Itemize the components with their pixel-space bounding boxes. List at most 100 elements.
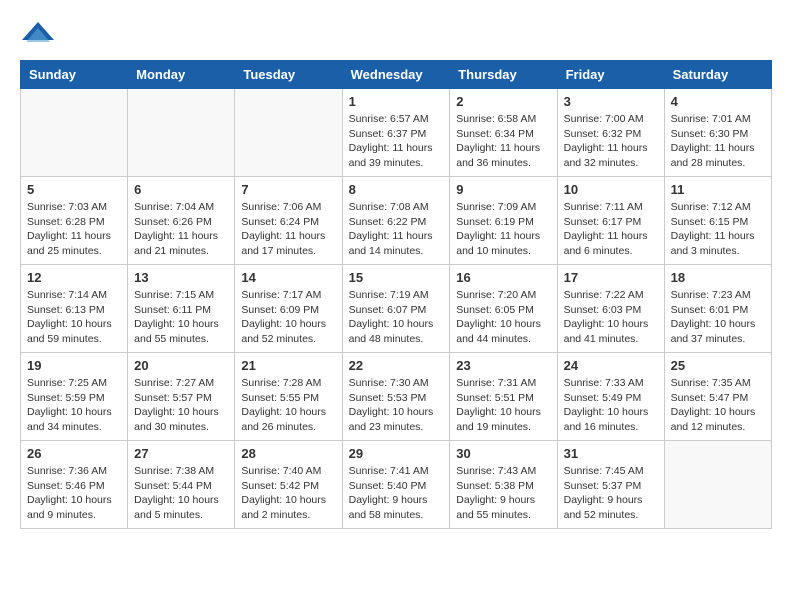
calendar-cell: 17 Sunrise: 7:22 AM Sunset: 6:03 PM Dayli… <box>557 265 664 353</box>
day-info: Sunrise: 7:22 AM Sunset: 6:03 PM Dayligh… <box>564 288 658 347</box>
calendar-cell: 14 Sunrise: 7:17 AM Sunset: 6:09 PM Dayli… <box>235 265 342 353</box>
day-info: Sunrise: 7:43 AM Sunset: 5:38 PM Dayligh… <box>456 464 550 523</box>
day-info: Sunrise: 7:08 AM Sunset: 6:22 PM Dayligh… <box>349 200 444 259</box>
day-info: Sunrise: 7:36 AM Sunset: 5:46 PM Dayligh… <box>27 464 121 523</box>
calendar-cell: 31 Sunrise: 7:45 AM Sunset: 5:37 PM Dayli… <box>557 441 664 529</box>
day-info: Sunrise: 7:23 AM Sunset: 6:01 PM Dayligh… <box>671 288 765 347</box>
day-info: Sunrise: 7:00 AM Sunset: 6:32 PM Dayligh… <box>564 112 658 171</box>
day-number: 27 <box>134 446 228 461</box>
day-number: 2 <box>456 94 550 109</box>
calendar-table: SundayMondayTuesdayWednesdayThursdayFrid… <box>20 60 772 529</box>
day-number: 25 <box>671 358 765 373</box>
calendar-cell: 24 Sunrise: 7:33 AM Sunset: 5:49 PM Dayli… <box>557 353 664 441</box>
day-number: 13 <box>134 270 228 285</box>
day-number: 8 <box>349 182 444 197</box>
calendar-cell: 9 Sunrise: 7:09 AM Sunset: 6:19 PM Daylig… <box>450 177 557 265</box>
day-info: Sunrise: 7:12 AM Sunset: 6:15 PM Dayligh… <box>671 200 765 259</box>
day-number: 16 <box>456 270 550 285</box>
day-number: 14 <box>241 270 335 285</box>
day-info: Sunrise: 7:38 AM Sunset: 5:44 PM Dayligh… <box>134 464 228 523</box>
weekday-header-monday: Monday <box>128 61 235 89</box>
weekday-header-thursday: Thursday <box>450 61 557 89</box>
day-info: Sunrise: 7:03 AM Sunset: 6:28 PM Dayligh… <box>27 200 121 259</box>
calendar-cell: 8 Sunrise: 7:08 AM Sunset: 6:22 PM Daylig… <box>342 177 450 265</box>
day-info: Sunrise: 7:28 AM Sunset: 5:55 PM Dayligh… <box>241 376 335 435</box>
day-info: Sunrise: 7:33 AM Sunset: 5:49 PM Dayligh… <box>564 376 658 435</box>
day-number: 31 <box>564 446 658 461</box>
day-info: Sunrise: 7:27 AM Sunset: 5:57 PM Dayligh… <box>134 376 228 435</box>
calendar-cell: 26 Sunrise: 7:36 AM Sunset: 5:46 PM Dayli… <box>21 441 128 529</box>
day-number: 21 <box>241 358 335 373</box>
calendar-cell: 4Sunrise: 7:01 AM Sunset: 6:30 PM Daylig… <box>664 89 771 177</box>
calendar-cell: 25 Sunrise: 7:35 AM Sunset: 5:47 PM Dayli… <box>664 353 771 441</box>
day-info: Sunrise: 7:31 AM Sunset: 5:51 PM Dayligh… <box>456 376 550 435</box>
day-number: 30 <box>456 446 550 461</box>
day-number: 24 <box>564 358 658 373</box>
calendar-cell: 5 Sunrise: 7:03 AM Sunset: 6:28 PM Daylig… <box>21 177 128 265</box>
logo-icon <box>20 20 56 50</box>
day-info: Sunrise: 7:30 AM Sunset: 5:53 PM Dayligh… <box>349 376 444 435</box>
weekday-header-saturday: Saturday <box>664 61 771 89</box>
week-row-2: 5 Sunrise: 7:03 AM Sunset: 6:28 PM Daylig… <box>21 177 772 265</box>
calendar-cell: 30 Sunrise: 7:43 AM Sunset: 5:38 PM Dayli… <box>450 441 557 529</box>
calendar-cell: 16 Sunrise: 7:20 AM Sunset: 6:05 PM Dayli… <box>450 265 557 353</box>
calendar-cell <box>21 89 128 177</box>
calendar-cell: 13 Sunrise: 7:15 AM Sunset: 6:11 PM Dayli… <box>128 265 235 353</box>
calendar-cell <box>664 441 771 529</box>
day-info: Sunrise: 7:35 AM Sunset: 5:47 PM Dayligh… <box>671 376 765 435</box>
logo <box>20 20 60 50</box>
day-info: Sunrise: 7:41 AM Sunset: 5:40 PM Dayligh… <box>349 464 444 523</box>
day-number: 10 <box>564 182 658 197</box>
day-info: Sunrise: 7:40 AM Sunset: 5:42 PM Dayligh… <box>241 464 335 523</box>
weekday-header-tuesday: Tuesday <box>235 61 342 89</box>
page-header <box>20 20 772 50</box>
weekday-header-wednesday: Wednesday <box>342 61 450 89</box>
day-info: Sunrise: 7:20 AM Sunset: 6:05 PM Dayligh… <box>456 288 550 347</box>
day-number: 9 <box>456 182 550 197</box>
day-info: Sunrise: 7:11 AM Sunset: 6:17 PM Dayligh… <box>564 200 658 259</box>
day-number: 17 <box>564 270 658 285</box>
calendar-cell: 23 Sunrise: 7:31 AM Sunset: 5:51 PM Dayli… <box>450 353 557 441</box>
day-number: 3 <box>564 94 658 109</box>
day-info: Sunrise: 7:19 AM Sunset: 6:07 PM Dayligh… <box>349 288 444 347</box>
calendar-cell: 19Sunrise: 7:25 AM Sunset: 5:59 PM Dayli… <box>21 353 128 441</box>
day-info: Sunrise: 7:01 AM Sunset: 6:30 PM Dayligh… <box>671 112 765 171</box>
day-number: 29 <box>349 446 444 461</box>
calendar-cell: 20Sunrise: 7:27 AM Sunset: 5:57 PM Dayli… <box>128 353 235 441</box>
day-info: Sunrise: 7:17 AM Sunset: 6:09 PM Dayligh… <box>241 288 335 347</box>
calendar-cell: 18 Sunrise: 7:23 AM Sunset: 6:01 PM Dayli… <box>664 265 771 353</box>
calendar-cell: 11Sunrise: 7:12 AM Sunset: 6:15 PM Dayli… <box>664 177 771 265</box>
calendar-cell: 10 Sunrise: 7:11 AM Sunset: 6:17 PM Dayli… <box>557 177 664 265</box>
day-number: 26 <box>27 446 121 461</box>
calendar-cell: 15Sunrise: 7:19 AM Sunset: 6:07 PM Dayli… <box>342 265 450 353</box>
calendar-cell <box>235 89 342 177</box>
day-number: 28 <box>241 446 335 461</box>
calendar-cell: 3 Sunrise: 7:00 AM Sunset: 6:32 PM Daylig… <box>557 89 664 177</box>
day-number: 18 <box>671 270 765 285</box>
day-number: 19 <box>27 358 121 373</box>
calendar-cell <box>128 89 235 177</box>
day-info: Sunrise: 6:58 AM Sunset: 6:34 PM Dayligh… <box>456 112 550 171</box>
day-number: 12 <box>27 270 121 285</box>
day-info: Sunrise: 7:06 AM Sunset: 6:24 PM Dayligh… <box>241 200 335 259</box>
calendar-cell: 7 Sunrise: 7:06 AM Sunset: 6:24 PM Daylig… <box>235 177 342 265</box>
day-number: 1 <box>349 94 444 109</box>
calendar-cell: 28 Sunrise: 7:40 AM Sunset: 5:42 PM Dayli… <box>235 441 342 529</box>
day-number: 23 <box>456 358 550 373</box>
week-row-3: 12 Sunrise: 7:14 AM Sunset: 6:13 PM Dayli… <box>21 265 772 353</box>
calendar-cell: 22Sunrise: 7:30 AM Sunset: 5:53 PM Dayli… <box>342 353 450 441</box>
week-row-1: 1Sunrise: 6:57 AM Sunset: 6:37 PM Daylig… <box>21 89 772 177</box>
calendar-cell: 2 Sunrise: 6:58 AM Sunset: 6:34 PM Daylig… <box>450 89 557 177</box>
calendar-cell: 6Sunrise: 7:04 AM Sunset: 6:26 PM Daylig… <box>128 177 235 265</box>
weekday-header-friday: Friday <box>557 61 664 89</box>
day-number: 7 <box>241 182 335 197</box>
day-info: Sunrise: 7:09 AM Sunset: 6:19 PM Dayligh… <box>456 200 550 259</box>
week-row-5: 26 Sunrise: 7:36 AM Sunset: 5:46 PM Dayli… <box>21 441 772 529</box>
day-number: 6 <box>134 182 228 197</box>
weekday-header-sunday: Sunday <box>21 61 128 89</box>
day-number: 5 <box>27 182 121 197</box>
day-info: Sunrise: 7:15 AM Sunset: 6:11 PM Dayligh… <box>134 288 228 347</box>
day-info: Sunrise: 7:14 AM Sunset: 6:13 PM Dayligh… <box>27 288 121 347</box>
weekday-header-row: SundayMondayTuesdayWednesdayThursdayFrid… <box>21 61 772 89</box>
day-info: Sunrise: 7:45 AM Sunset: 5:37 PM Dayligh… <box>564 464 658 523</box>
